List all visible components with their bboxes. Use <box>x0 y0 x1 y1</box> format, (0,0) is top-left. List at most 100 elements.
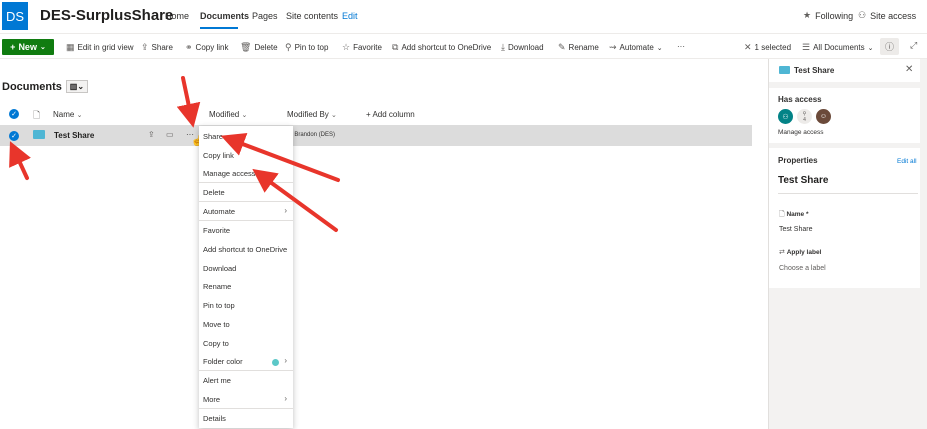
edit-grid-button[interactable]: ▦ Edit in grid view <box>66 42 134 53</box>
menu-item-automate[interactable]: Automate <box>203 207 235 216</box>
table-row[interactable] <box>0 125 752 146</box>
manage-access-link[interactable]: Manage access <box>778 129 824 136</box>
row-checkbox[interactable]: ✓ <box>9 131 19 141</box>
site-title[interactable]: DES-SurplusShare <box>40 7 173 24</box>
menu-item-move-to[interactable]: Move to <box>203 320 230 329</box>
rename-icon: ✎ <box>558 42 566 52</box>
pin-label: Pin to top <box>294 43 329 52</box>
column-modified-by[interactable]: Modified By ⌄ <box>287 110 337 119</box>
following-label: Following <box>815 10 854 21</box>
group-avatar[interactable]: ⚇ <box>778 109 793 124</box>
chevron-right-icon: › <box>284 356 287 365</box>
delete-label: Delete <box>254 43 278 52</box>
arrow-to-checkbox <box>9 141 31 180</box>
more-commands-button[interactable]: ··· <box>677 42 685 51</box>
menu-item-pin-to-top[interactable]: Pin to top <box>203 301 235 310</box>
new-label: New <box>18 42 37 52</box>
select-all-checkbox[interactable]: ✓ <box>9 109 19 119</box>
add-shortcut-button[interactable]: ⧉ Add shortcut to OneDrive <box>392 42 491 53</box>
rename-label: Rename <box>568 43 599 52</box>
library-title: Documents ▥⌄ <box>2 80 88 93</box>
tag-icon: ⇄ <box>779 249 785 256</box>
chevron-right-icon: › <box>284 206 287 215</box>
checkmark-icon: ✓ <box>11 111 17 118</box>
checkmark-icon: ✓ <box>11 133 17 140</box>
selected-count: 1 selected <box>754 43 792 52</box>
choose-label-dropdown[interactable]: Choose a label <box>779 265 826 272</box>
menu-item-copy-to[interactable]: Copy to <box>203 339 229 348</box>
user-avatar[interactable]: ☺ <box>816 109 831 124</box>
add-shortcut-label: Add shortcut to OneDrive <box>401 43 492 52</box>
access-count-badge[interactable]: ⚲ 4 <box>797 109 812 124</box>
share-icon: ⇪ <box>141 42 149 52</box>
site-logo[interactable]: DS <box>2 2 28 30</box>
automate-button[interactable]: ⇝ Automate ⌄ <box>609 42 663 53</box>
properties-heading: Properties <box>778 156 818 165</box>
chevron-down-icon: ⌄ <box>241 112 248 119</box>
delete-button[interactable]: 🗑 Delete <box>240 42 278 53</box>
shortcut-icon: ⧉ <box>392 42 399 52</box>
view-options-button[interactable]: ▥⌄ <box>65 80 88 93</box>
site-access-button[interactable]: ⚇ Site access <box>858 10 916 21</box>
new-button[interactable]: + New ⌄ <box>2 39 54 55</box>
context-menu: Share Copy link Manage access Delete Aut… <box>199 126 293 428</box>
expand-icon: ⤢ <box>910 40 918 50</box>
menu-item-favorite[interactable]: Favorite <box>203 226 230 235</box>
chevron-down-icon: ⌄ <box>76 112 83 119</box>
name-field-label: 🗋 Name * <box>779 210 809 221</box>
chevron-down-icon: ⌄ <box>331 112 337 119</box>
nav-documents[interactable]: Documents <box>200 11 249 21</box>
folder-color-swatch <box>272 359 279 366</box>
divider <box>778 193 918 194</box>
close-pane-button[interactable]: ✕ <box>905 64 913 75</box>
people-icon: ⚇ <box>782 113 789 121</box>
clear-selection-button[interactable]: ✕ 1 selected <box>744 42 791 53</box>
menu-item-delete[interactable]: Delete <box>203 188 225 197</box>
favorite-label: Favorite <box>353 43 382 52</box>
menu-item-more[interactable]: More <box>203 395 220 404</box>
download-label: Download <box>507 43 544 52</box>
pin-to-top-button[interactable]: ⚲ Pin to top <box>285 42 328 53</box>
file-type-icon[interactable]: 🗋 <box>33 108 40 124</box>
copy-link-button[interactable]: ⚭ Copy link <box>185 42 228 53</box>
column-name[interactable]: Name ⌄ <box>53 110 82 119</box>
menu-item-folder-color[interactable]: Folder color <box>203 357 243 366</box>
name-field-value[interactable]: Test Share <box>779 226 812 233</box>
view-label: All Documents <box>813 43 865 52</box>
menu-item-add-shortcut[interactable]: Add shortcut to OneDrive <box>203 245 287 254</box>
nav-home[interactable]: Home <box>165 11 189 21</box>
rename-button[interactable]: ✎ Rename <box>558 42 599 53</box>
chevron-down-icon: ⌄ <box>867 44 874 52</box>
column-modified[interactable]: Modified ⌄ <box>209 110 247 119</box>
menu-item-manage-access[interactable]: Manage access <box>203 169 256 178</box>
menu-item-alert-me[interactable]: Alert me <box>203 376 231 385</box>
nav-site-contents[interactable]: Site contents <box>286 11 338 21</box>
following-button[interactable]: ★ Following <box>803 10 853 21</box>
properties-item-title: Test Share <box>778 175 829 186</box>
menu-item-rename[interactable]: Rename <box>203 282 231 291</box>
nav-pages[interactable]: Pages <box>252 11 278 21</box>
people-icon: ⚇ <box>858 10 867 20</box>
row-share-icon[interactable]: ⇪ <box>148 130 155 139</box>
favorite-button[interactable]: ☆ Favorite <box>342 42 382 53</box>
fullscreen-button[interactable]: ⤢ <box>910 40 917 51</box>
apply-label-text: Apply label <box>786 249 822 256</box>
add-column-button[interactable]: + Add column <box>366 110 415 119</box>
star-icon: ☆ <box>342 42 351 52</box>
menu-divider <box>199 201 293 202</box>
share-button[interactable]: ⇪ Share <box>141 42 173 53</box>
menu-item-download[interactable]: Download <box>203 264 236 273</box>
menu-item-copy-link[interactable]: Copy link <box>203 151 234 160</box>
pin-icon: ⚲ <box>285 42 292 52</box>
library-title-text: Documents <box>2 80 62 93</box>
document-icon: 🗋 <box>779 211 785 218</box>
edit-all-link[interactable]: Edit all <box>897 158 917 165</box>
menu-item-details[interactable]: Details <box>203 414 226 423</box>
menu-item-share[interactable]: Share <box>203 132 223 141</box>
info-button[interactable]: ⓘ <box>880 38 899 55</box>
row-folder-action-icon[interactable]: ▭ <box>166 130 174 139</box>
nav-edit[interactable]: Edit <box>342 11 358 21</box>
view-selector[interactable]: ☰ All Documents ⌄ <box>802 42 874 53</box>
download-button[interactable]: ⤓ Download <box>501 42 544 53</box>
row-name[interactable]: Test Share <box>54 131 94 140</box>
